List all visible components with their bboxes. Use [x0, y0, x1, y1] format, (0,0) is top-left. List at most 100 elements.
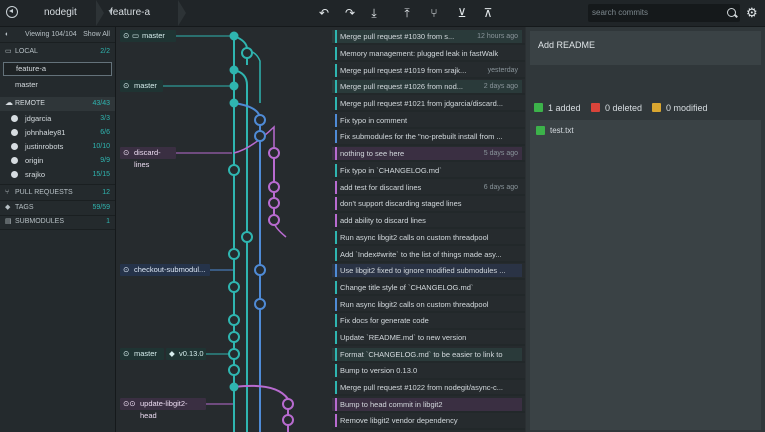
commit-row[interactable]: Merge pull request #1021 from jdgarcia/d…	[340, 97, 522, 110]
search-input[interactable]: search commits	[588, 4, 740, 22]
cloud-icon: ☁	[5, 98, 13, 107]
remote-section-header[interactable]: ☁ REMOTE 43/43	[0, 97, 115, 111]
commit-row[interactable]: Merge pull request #1026 from nod... 2 da…	[340, 80, 522, 93]
commit-row[interactable]: don't support discarding staged lines	[340, 197, 522, 210]
laptop-icon: ▭	[5, 48, 12, 55]
commit-row[interactable]: Bump to head commit in libgit2	[340, 398, 522, 411]
ref-label-update-libgit2-head[interactable]: ⊙⊙ update-libgit2-head	[120, 398, 206, 420]
toolbar: nodegit ▼ feature-a ▼ ↶ ↷ ⤓ ⤒ ⑂ ⊻ ⊼ sear…	[0, 0, 765, 27]
ref-label-master[interactable]: ⊙ master	[120, 348, 164, 360]
viewing-count: Viewing 104/104	[25, 31, 77, 38]
commit-row[interactable]: Format `CHANGELOG.md` to be easier to li…	[340, 348, 522, 361]
file-list: test.txt	[530, 120, 761, 430]
local-branch-item[interactable]: master	[3, 78, 112, 92]
modified-icon	[652, 103, 661, 112]
file-item[interactable]: test.txt	[536, 125, 574, 137]
commit-row[interactable]: nothing to see here 5 days ago	[340, 147, 522, 160]
commit-message: Merge pull request #1021 from jdgarcia/d…	[340, 99, 504, 108]
commit-row[interactable]: Fix docs for generate code	[340, 314, 522, 327]
commit-row[interactable]: Run async libgit2 calls on custom thread…	[340, 231, 522, 244]
commit-row[interactable]: Remove libgit2 vendor dependency	[340, 414, 522, 427]
local-section-header[interactable]: ▭ LOCAL 2/2	[0, 45, 115, 58]
redo-button[interactable]: ↷	[342, 5, 358, 21]
remote-count: 43/43	[92, 100, 110, 107]
back-icon[interactable]	[6, 6, 18, 18]
remote-name: justinrobots	[25, 142, 64, 151]
pull-requests-count: 12	[102, 189, 110, 196]
remote-label: REMOTE	[15, 100, 45, 107]
viewing-header: ◐ Viewing 104/104 Show All	[0, 28, 115, 41]
commit-row[interactable]: add ability to discard lines	[340, 214, 522, 227]
ref-label-checkout-submodule[interactable]: ⊙ checkout-submodul...	[120, 264, 210, 276]
remote-item[interactable]: johnhaley81 6/6	[3, 126, 112, 140]
commit-message: Run async libgit2 calls on custom thread…	[340, 300, 489, 309]
tags-header[interactable]: ◆ TAGS 59/59	[0, 201, 115, 214]
commit-detail-panel: Add README 1 added 0 deleted 0 modified …	[526, 27, 765, 432]
stash-button[interactable]: ⊻	[454, 5, 470, 21]
submodules-header[interactable]: ▤ SUBMODULES 1	[0, 215, 115, 228]
commit-row[interactable]: add test for discard lines 6 days ago	[340, 181, 522, 194]
added-file-icon	[536, 126, 545, 135]
tag-icon: ◆	[5, 204, 11, 211]
undo-button[interactable]: ↶	[316, 5, 332, 21]
submodules-count: 1	[106, 218, 110, 225]
remote-item[interactable]: origin 9/9	[3, 154, 112, 168]
commit-message: Update `README.md` to new version	[340, 333, 467, 342]
pull-request-icon: ⑂	[5, 189, 10, 196]
remote-branch-count: 9/9	[100, 157, 110, 164]
commit-row[interactable]: Merge pull request #1022 from nodegit/as…	[340, 381, 522, 394]
commit-message: Change title style of `CHANGELOG.md`	[340, 283, 474, 292]
added-stat: 1 added	[534, 102, 581, 114]
commit-row[interactable]: Fix typo in `CHANGELOG.md`	[340, 164, 522, 177]
remote-item[interactable]: justinrobots 10/10	[3, 140, 112, 154]
remote-item[interactable]: srajko 15/15	[3, 168, 112, 182]
remote-name: origin	[25, 156, 44, 165]
tag-label-v0.13.0[interactable]: ◆ v0.13.0	[166, 348, 206, 360]
branch-button[interactable]: ⑂	[426, 5, 442, 21]
modified-count: 0 modified	[666, 103, 708, 113]
commit-message: Format `CHANGELOG.md` to be easier to li…	[340, 350, 503, 359]
github-icon	[11, 129, 18, 136]
eye-icon[interactable]: ◐	[5, 28, 9, 41]
local-branch-item[interactable]: feature-a	[3, 62, 112, 76]
deleted-count: 0 deleted	[605, 103, 643, 113]
commit-message: Merge pull request #1030 from s...	[340, 32, 455, 41]
commit-message: Bump to version 0.13.0	[340, 366, 418, 375]
pull-requests-header[interactable]: ⑂ PULL REQUESTS 12	[0, 186, 115, 199]
pull-button[interactable]: ⤓	[366, 5, 382, 21]
ref-label-discard-lines[interactable]: ⊙ discard-lines	[120, 147, 176, 169]
commit-row[interactable]: Change title style of `CHANGELOG.md`	[340, 281, 522, 294]
commit-message: Fix docs for generate code	[340, 316, 429, 325]
commit-message: Remove libgit2 vendor dependency	[340, 416, 458, 425]
modified-stat: 0 modified	[652, 102, 708, 114]
push-button[interactable]: ⤒	[399, 5, 415, 21]
commit-row[interactable]: Use libgit2 fixed to ignore modified sub…	[340, 264, 522, 277]
show-all-button[interactable]: Show All	[83, 28, 110, 41]
commit-row[interactable]: Update `README.md` to new version	[340, 331, 522, 344]
commit-row[interactable]: Fix submodules for the "no-prebuilt inst…	[340, 130, 522, 143]
ref-name: checkout-submodul...	[134, 265, 206, 274]
breadcrumb-separator	[178, 0, 186, 26]
ref-label-master[interactable]: ⊙ ▭ master	[120, 30, 176, 42]
submodule-icon: ▤	[5, 218, 12, 225]
gear-icon[interactable]: ⚙	[746, 5, 758, 21]
ref-label-master[interactable]: ⊙ master	[120, 80, 163, 92]
commit-message: Bump to head commit in libgit2	[340, 400, 443, 409]
commit-row[interactable]: Add `Index#write` to the list of things …	[340, 248, 522, 261]
commit-time: 6 days ago	[483, 184, 518, 191]
search-icon[interactable]	[727, 8, 736, 17]
commit-message: Fix typo in comment	[340, 116, 408, 125]
commit-row[interactable]: Merge pull request #1030 from s... 12 hou…	[340, 30, 522, 43]
commit-message: Memory management: plugged leak in fastW…	[340, 49, 499, 58]
commit-row[interactable]: Bump to version 0.13.0	[340, 364, 522, 377]
commit-message: Merge pull request #1022 from nodegit/as…	[340, 383, 504, 392]
commit-message: Fix submodules for the "no-prebuilt inst…	[340, 132, 503, 141]
remote-branch-count: 3/3	[100, 115, 110, 122]
commit-row[interactable]: Fix typo in comment	[340, 114, 522, 127]
commit-row[interactable]: Merge pull request #1019 from srajk... ye…	[340, 64, 522, 77]
commit-row[interactable]: Run async libgit2 calls on custom thread…	[340, 298, 522, 311]
github-icon	[11, 115, 18, 122]
pop-stash-button[interactable]: ⊼	[480, 5, 496, 21]
commit-row[interactable]: Memory management: plugged leak in fastW…	[340, 47, 522, 60]
remote-item[interactable]: jdgarcia 3/3	[3, 112, 112, 126]
